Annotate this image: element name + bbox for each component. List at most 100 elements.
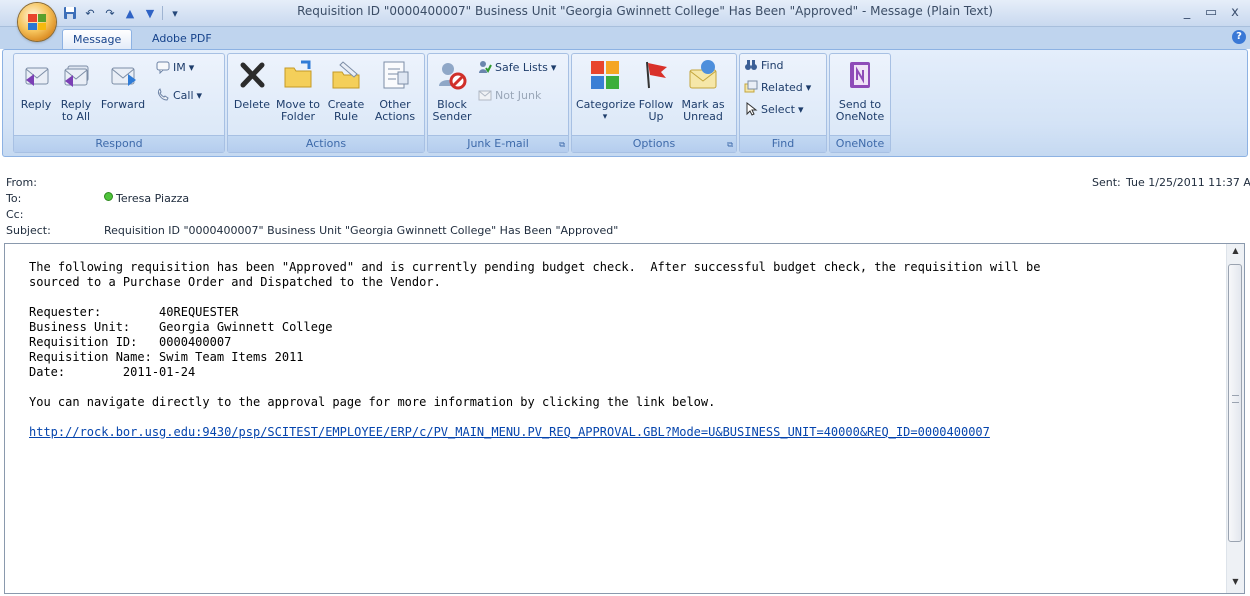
- related-icon: [744, 80, 758, 94]
- other-actions-icon: [383, 61, 409, 89]
- categorize-button[interactable]: Categorize ▾: [576, 58, 636, 123]
- minimize-button[interactable]: _: [1176, 3, 1198, 21]
- scroll-up-icon[interactable]: ▲: [1227, 246, 1244, 260]
- reply-label: Reply: [20, 98, 52, 111]
- group-respond: Reply Reply to All Forward IM ▾ Call ▾ Res…: [13, 53, 225, 153]
- reply-all-icon: [64, 65, 89, 87]
- block-sender-label: Block Sender: [432, 98, 472, 123]
- not-junk-button[interactable]: Not Junk: [478, 88, 541, 102]
- message-header: From: To: Cc: Subject: Teresa Piazza Req…: [0, 158, 1250, 242]
- select-button[interactable]: Select ▾: [744, 101, 804, 116]
- move-to-folder-button[interactable]: Move to Folder: [274, 58, 322, 123]
- help-icon[interactable]: ?: [1232, 30, 1246, 44]
- delete-label: Delete: [233, 98, 271, 111]
- message-body[interactable]: The following requisition has been "Appr…: [4, 243, 1245, 594]
- mark-as-unread-button[interactable]: Mark as Unread: [680, 58, 726, 123]
- group-onenote: Send to OneNote OneNote: [829, 53, 891, 153]
- date-field: Date: 2011-01-24: [29, 365, 196, 379]
- office-button[interactable]: [18, 3, 56, 41]
- reply-button[interactable]: Reply: [20, 58, 52, 111]
- recipient-to[interactable]: Teresa Piazza: [116, 192, 189, 205]
- body-paragraph-line: The following requisition has been "Appr…: [29, 260, 1041, 274]
- dropdown-arrow-icon: ▾: [797, 102, 804, 116]
- scroll-thumb[interactable]: [1228, 264, 1242, 542]
- navigate-instruction: You can navigate directly to the approva…: [29, 395, 716, 409]
- window-controls: _ ▭ x: [1176, 3, 1246, 21]
- group-onenote-label: OneNote: [830, 135, 890, 152]
- other-actions-button[interactable]: Other Actions: [370, 58, 420, 123]
- approval-page-link[interactable]: http://rock.bor.usg.edu:9430/psp/SCITEST…: [29, 425, 990, 439]
- dialog-launcher-icon[interactable]: ⧉: [727, 140, 733, 150]
- find-button[interactable]: Find: [744, 58, 784, 72]
- flag-icon: [646, 61, 667, 89]
- body-paragraph-line: sourced to a Purchase Order and Dispatch…: [29, 275, 441, 289]
- group-options-label: Options: [572, 135, 736, 152]
- delete-button[interactable]: Delete: [232, 58, 272, 111]
- reply-all-label: Reply to All: [60, 98, 92, 123]
- from-label: From:: [6, 176, 37, 189]
- vertical-scrollbar[interactable]: ▲ ▼: [1226, 244, 1244, 593]
- categorize-icon: [591, 61, 619, 89]
- sent-label: Sent:: [1092, 176, 1121, 189]
- send-to-onenote-label: Send to OneNote: [835, 98, 885, 123]
- dropdown-arrow-icon: ▾: [550, 60, 557, 74]
- delete-icon: [240, 62, 265, 88]
- im-label: IM: [173, 60, 186, 74]
- related-button[interactable]: Related ▾: [744, 80, 811, 94]
- to-label: To:: [6, 192, 22, 205]
- categorize-label: Categorize: [576, 98, 636, 111]
- forward-icon: [111, 67, 136, 86]
- window-title: Requisition ID "0000400007" Business Uni…: [297, 4, 993, 18]
- select-label: Select: [761, 102, 795, 116]
- forward-button[interactable]: Forward: [100, 58, 146, 111]
- mark-as-unread-label: Mark as Unread: [681, 98, 725, 123]
- group-respond-label: Respond: [14, 135, 224, 152]
- requester-field: Requester: 40REQUESTER: [29, 305, 239, 319]
- close-button[interactable]: x: [1224, 3, 1246, 21]
- dropdown-arrow-icon: ▾: [188, 60, 195, 74]
- call-label: Call: [173, 88, 194, 102]
- dialog-launcher-icon[interactable]: ⧉: [559, 140, 565, 150]
- im-button[interactable]: IM ▾: [156, 60, 195, 75]
- send-to-onenote-button[interactable]: Send to OneNote: [834, 58, 886, 123]
- tab-adobe-pdf[interactable]: Adobe PDF: [142, 29, 222, 49]
- restore-button[interactable]: ▭: [1200, 3, 1222, 21]
- follow-up-button[interactable]: Follow Up: [636, 58, 676, 123]
- folder-icon: [284, 60, 312, 88]
- grip-icon: [1232, 395, 1239, 403]
- group-options: Categorize ▾ Follow Up Mark as Unread Op…: [571, 53, 737, 153]
- mark-unread-icon: [689, 60, 717, 89]
- ribbon: Reply Reply to All Forward IM ▾ Call ▾ Res…: [2, 49, 1248, 157]
- call-button[interactable]: Call ▾: [156, 88, 202, 102]
- presence-status-icon: [104, 192, 113, 201]
- not-junk-label: Not Junk: [495, 88, 542, 102]
- create-rule-label: Create Rule: [327, 98, 365, 123]
- create-rule-icon: [332, 61, 360, 89]
- sent-value: Tue 1/25/2011 11:37 AM: [1126, 176, 1250, 189]
- block-sender-icon: [439, 63, 467, 90]
- requisition-name-field: Requisition Name: Swim Team Items 2011: [29, 350, 304, 364]
- scroll-down-icon[interactable]: ▼: [1227, 577, 1244, 591]
- create-rule-button[interactable]: Create Rule: [326, 58, 366, 123]
- business-unit-field: Business Unit: Georgia Gwinnett College: [29, 320, 333, 334]
- dropdown-arrow-icon: ▾: [805, 80, 812, 94]
- message-body-text: The following requisition has been "Appr…: [29, 260, 1209, 440]
- safe-lists-button[interactable]: Safe Lists ▾: [478, 60, 556, 74]
- tab-message[interactable]: Message: [62, 29, 133, 50]
- find-label: Find: [761, 58, 784, 72]
- cc-label: Cc:: [6, 208, 24, 221]
- other-actions-label: Other Actions: [374, 98, 416, 123]
- group-find: Find Related ▾ Select ▾ Find: [739, 53, 827, 153]
- ribbon-tab-bar: Message Adobe PDF ?: [0, 27, 1250, 50]
- not-junk-icon: [478, 88, 492, 102]
- group-junk-email-label: Junk E-mail: [428, 135, 568, 152]
- reply-icon: [25, 67, 49, 86]
- follow-up-label: Follow Up: [638, 98, 674, 123]
- group-junk-email: Block Sender Safe Lists ▾ Not Junk Junk E…: [427, 53, 569, 153]
- phone-icon: [156, 88, 170, 102]
- reply-all-button[interactable]: Reply to All: [56, 58, 96, 123]
- onenote-icon: [850, 62, 870, 88]
- block-sender-button[interactable]: Block Sender: [432, 58, 472, 123]
- binoculars-icon: [744, 58, 758, 72]
- safe-lists-icon: [478, 60, 492, 74]
